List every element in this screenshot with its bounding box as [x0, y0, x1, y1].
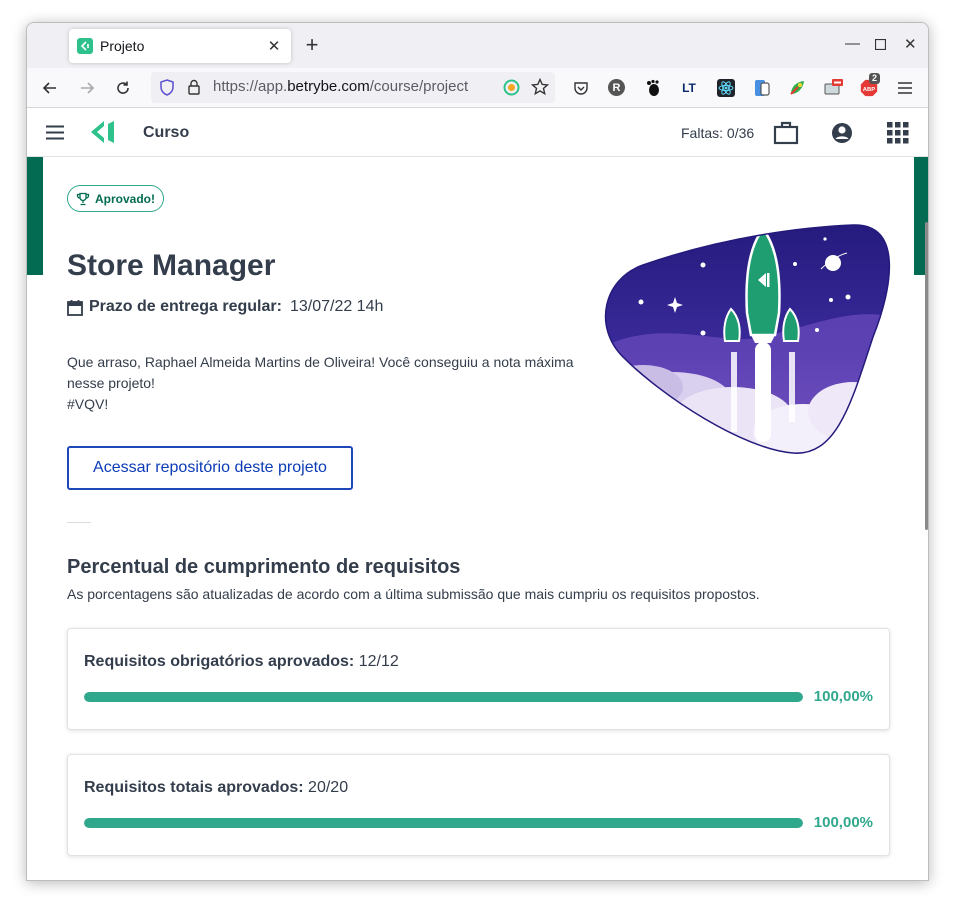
congrats-line-1: Que arraso, Raphael Almeida Martins de O… — [67, 354, 574, 370]
tracking-shield-icon[interactable] — [159, 79, 175, 101]
briefcase-icon[interactable] — [773, 121, 799, 150]
deadline-row: Prazo de entrega regular: 13/07/22 14h — [67, 298, 383, 316]
adblock-count-badge: 2 — [869, 73, 881, 84]
app-header: Curso Faltas: 0/36 — [27, 108, 928, 157]
close-window-icon[interactable]: ✕ — [904, 35, 917, 53]
hamburger-menu-icon[interactable] — [45, 125, 65, 145]
project-title: Store Manager — [67, 249, 276, 282]
maximize-icon[interactable] — [874, 37, 887, 54]
pocket-icon[interactable] — [571, 78, 591, 98]
gnome-extension-icon[interactable] — [643, 78, 663, 98]
congrats-line-2: nesse projeto! — [67, 375, 155, 391]
trophy-icon — [76, 192, 90, 205]
user-account-icon[interactable] — [831, 122, 853, 149]
mandatory-requirements-value: 12/12 — [358, 653, 399, 670]
forward-icon[interactable] — [75, 76, 99, 100]
responsive-viewer-icon[interactable] — [752, 78, 772, 98]
browser-window: Projeto ✕ + — ✕ https://app.betrybe.com/… — [26, 22, 929, 881]
rocket-launch-illustration — [604, 224, 891, 454]
requirements-heading: Percentual de cumprimento de requisitos — [67, 556, 461, 578]
page-content: Aprovado! Store Manager Prazo de entrega… — [27, 157, 928, 880]
absences-counter: Faltas: 0/36 — [681, 125, 755, 141]
new-tab-icon[interactable]: + — [301, 34, 323, 56]
total-requirements-label: Requisitos totais aprovados: — [84, 779, 304, 796]
deadline-value: 13/07/22 14h — [289, 298, 384, 315]
approved-badge: Aprovado! — [67, 185, 164, 212]
screen-capture-extension-icon[interactable] — [824, 78, 844, 98]
total-percent: 100,00% — [813, 814, 873, 831]
course-link[interactable]: Curso — [143, 124, 189, 142]
back-icon[interactable] — [38, 76, 62, 100]
total-requirements-value: 20/20 — [308, 779, 349, 796]
colorful-leaf-extension-icon[interactable] — [787, 78, 807, 98]
mandatory-progress-fill — [84, 692, 803, 702]
project-card: Aprovado! Store Manager Prazo de entrega… — [43, 157, 914, 880]
mandatory-progress-track — [84, 692, 803, 702]
tab-strip: Projeto ✕ + — ✕ — [27, 23, 928, 68]
total-progress-fill — [84, 818, 803, 828]
browser-tab[interactable]: Projeto ✕ — [69, 29, 291, 63]
reload-icon[interactable] — [111, 76, 135, 100]
extension-colorful-icon[interactable] — [503, 79, 520, 101]
page-scrollbar[interactable] — [925, 222, 928, 530]
congrats-line-3: #VQV! — [67, 396, 109, 412]
languagetool-icon[interactable]: LT — [679, 78, 699, 98]
total-progress-track — [84, 818, 803, 828]
mandatory-requirements-label: Requisitos obrigatórios aprovados: — [84, 653, 355, 670]
total-requirements-text: Requisitos totais aprovados: 20/20 — [84, 779, 348, 797]
url-bar[interactable]: https://app.betrybe.com/course/project — [151, 72, 555, 103]
mandatory-requirements-card: Requisitos obrigatórios aprovados: 12/12… — [67, 628, 890, 730]
minimize-icon[interactable]: — — [845, 35, 860, 52]
left-brand-band — [27, 157, 43, 275]
close-tab-icon[interactable]: ✕ — [263, 37, 285, 55]
navigation-toolbar: https://app.betrybe.com/course/project R… — [27, 68, 928, 108]
trybe-logo-icon[interactable] — [87, 117, 117, 152]
bookmark-star-icon[interactable] — [530, 77, 550, 101]
congrats-message: Que arraso, Raphael Almeida Martins de O… — [67, 352, 587, 415]
trybe-favicon-icon — [77, 38, 93, 54]
apps-grid-icon[interactable] — [887, 122, 909, 149]
svg-text:ABP: ABP — [863, 87, 876, 93]
url-text[interactable]: https://app.betrybe.com/course/project — [213, 78, 495, 95]
open-repository-button[interactable]: Acessar repositório deste projeto — [67, 446, 353, 490]
calendar-icon — [67, 299, 83, 316]
react-devtools-icon[interactable] — [716, 78, 736, 98]
tab-title: Projeto — [100, 38, 145, 54]
total-requirements-card: Requisitos totais aprovados: 20/20 100,0… — [67, 754, 890, 856]
requirements-subtitle: As porcentagens são atualizadas de acord… — [67, 586, 760, 602]
section-divider — [67, 522, 91, 523]
r-extension-icon[interactable]: R — [608, 79, 625, 96]
mandatory-requirements-text: Requisitos obrigatórios aprovados: 12/12 — [84, 653, 399, 671]
lock-icon[interactable] — [187, 79, 201, 100]
mandatory-percent: 100,00% — [813, 688, 873, 705]
approved-badge-label: Aprovado! — [95, 191, 155, 206]
app-menu-icon[interactable] — [895, 78, 915, 98]
deadline-label: Prazo de entrega regular: — [89, 298, 282, 315]
adblock-plus-icon[interactable]: ABP 2 — [859, 73, 881, 98]
